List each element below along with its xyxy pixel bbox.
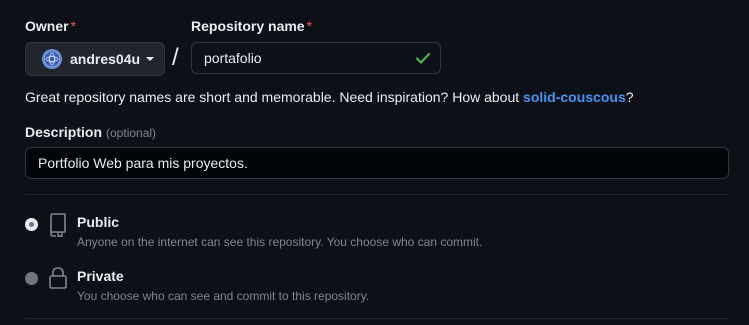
- description-label-text: Description: [25, 124, 103, 140]
- description-input[interactable]: [25, 147, 729, 179]
- public-radio[interactable]: [25, 218, 38, 231]
- owner-name: andres04u: [70, 51, 141, 67]
- repository-name-input[interactable]: [191, 42, 441, 74]
- repository-name-label-text: Repository name: [191, 18, 305, 34]
- divider: [25, 194, 729, 195]
- create-repository-form: Owner* Repository name* andres04u / Grea…: [0, 0, 749, 325]
- public-option-description: Anyone on the internet can see this repo…: [77, 235, 483, 249]
- avatar-icon: [45, 52, 59, 66]
- chevron-down-icon: [146, 57, 155, 61]
- lock-icon: [49, 267, 67, 289]
- check-icon: [415, 52, 431, 64]
- repository-name-required-mark: *: [306, 18, 313, 34]
- avatar: [42, 49, 62, 69]
- description-label: Description (optional): [25, 124, 156, 141]
- repo-icon: [50, 213, 66, 237]
- owner-dropdown[interactable]: andres04u: [25, 42, 165, 76]
- owner-repo-separator: /: [172, 44, 179, 71]
- owner-label-text: Owner: [25, 18, 69, 34]
- name-suggestion-link[interactable]: solid-couscous: [523, 89, 626, 105]
- owner-required-mark: *: [70, 18, 77, 34]
- divider: [25, 318, 729, 319]
- repository-name-label: Repository name *: [191, 18, 312, 34]
- private-radio[interactable]: [25, 272, 38, 285]
- public-option-title[interactable]: Public: [77, 214, 119, 230]
- repository-name-hint: Great repository names are short and mem…: [25, 89, 634, 105]
- owner-label: Owner *: [25, 18, 76, 34]
- description-optional-tag: (optional): [106, 126, 157, 140]
- hint-text: Great repository names are short and mem…: [25, 89, 524, 105]
- hint-suffix: ?: [625, 89, 634, 105]
- private-option-description: You choose who can see and commit to thi…: [77, 289, 370, 303]
- private-option-title[interactable]: Private: [77, 268, 124, 284]
